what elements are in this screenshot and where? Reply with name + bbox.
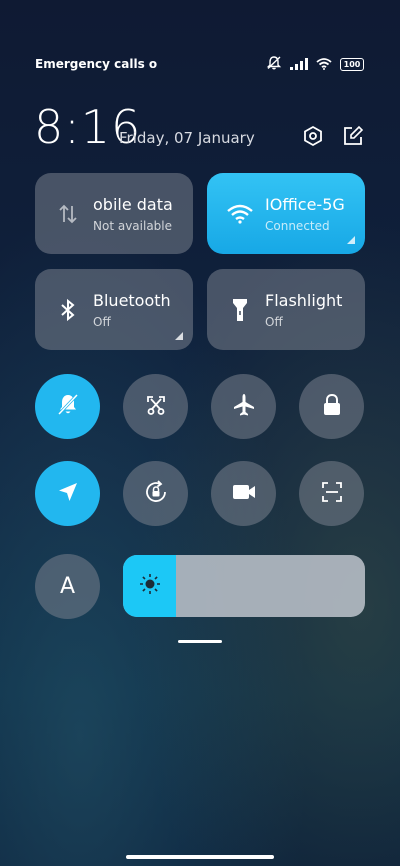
brightness-slider-fill [123,555,177,617]
bell-off-icon [55,392,81,422]
screen-record-toggle[interactable] [211,461,276,526]
signal-icon [290,55,308,74]
dnd-bell-off-icon [266,55,282,74]
location-toggle[interactable] [35,461,100,526]
data-arrows-icon [55,201,81,227]
bluetooth-icon [55,297,81,323]
battery-icon: 100 [340,57,364,71]
tile-title: obile data [93,195,173,214]
tile-title: IOffice-5G [265,195,345,214]
auto-brightness-label: A [59,574,76,599]
clock-date: Friday, 07 January [119,129,255,147]
wifi-icon [316,55,332,74]
expand-corner-icon[interactable] [347,236,355,244]
tile-subtitle: Connected [265,219,330,233]
status-bar: Emergency calls o 100 [35,55,364,73]
video-camera-icon [231,482,257,506]
edit-icon[interactable] [342,125,364,147]
tile-subtitle: Off [93,315,111,329]
location-arrow-icon [56,480,80,508]
lock-toggle[interactable] [299,374,364,439]
settings-hexagon-icon[interactable] [302,125,324,147]
scissors-icon [144,393,168,421]
tile-subtitle: Off [265,315,283,329]
airplane-icon [231,392,257,422]
mobile-data-tile[interactable]: obile data Not available [35,173,193,254]
scan-toggle[interactable] [299,461,364,526]
screenshot-toggle[interactable] [123,374,188,439]
expand-corner-icon[interactable] [175,332,183,340]
tile-title: Bluetooth [93,291,171,310]
silent-toggle[interactable] [35,374,100,439]
panel-drag-handle[interactable] [178,640,222,643]
airplane-toggle[interactable] [211,374,276,439]
rotation-lock-icon [143,479,169,509]
scan-icon [320,480,344,508]
flashlight-icon [227,297,253,323]
status-text: Emergency calls o [35,57,158,71]
wifi-tile[interactable]: IOffice-5G Connected [207,173,365,254]
flashlight-tile[interactable]: Flashlight Off [207,269,365,350]
bluetooth-tile[interactable]: Bluetooth Off [35,269,193,350]
brightness-slider[interactable] [123,555,365,617]
auto-brightness-button[interactable]: A [35,554,100,619]
rotation-lock-toggle[interactable] [123,461,188,526]
tile-title: Flashlight [265,291,343,310]
home-indicator[interactable] [126,855,274,859]
wifi-icon [227,201,253,227]
tile-subtitle: Not available [93,219,173,233]
lock-icon [321,393,343,421]
sun-icon [139,573,161,599]
